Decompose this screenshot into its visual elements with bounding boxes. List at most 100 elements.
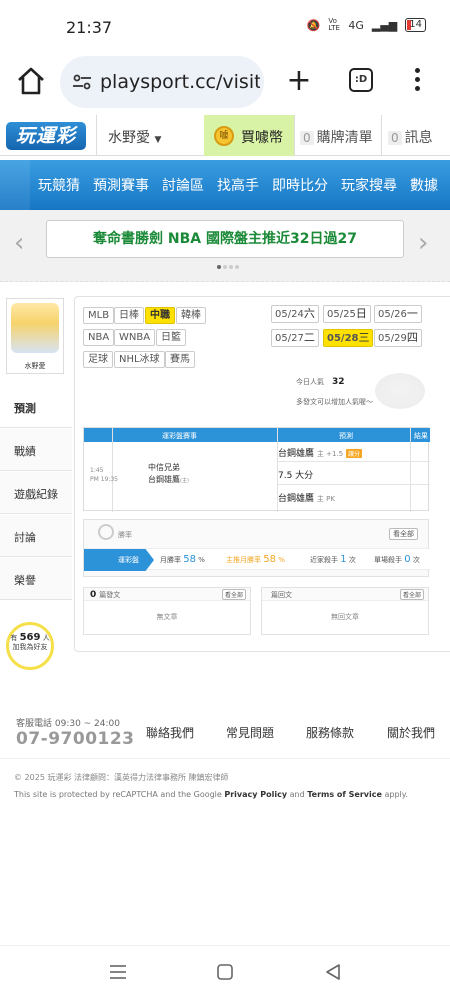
site-settings-icon[interactable] (72, 73, 92, 91)
date-chip[interactable]: 05/24六 (271, 305, 319, 323)
footer-link-faq[interactable]: 常見問題 (226, 724, 274, 741)
nav-item-live-score[interactable]: 即時比分 (272, 175, 328, 195)
sidebar-item-honor[interactable]: 榮譽 (0, 558, 72, 600)
nav-item-data[interactable]: 數據 (410, 175, 438, 195)
chevron-left-icon[interactable]: ‹ (14, 228, 24, 258)
copyright: © 2025 玩運彩 法律顧問：漢英得力法律事務所 陳鎮宏律師 (14, 773, 229, 782)
privacy-link[interactable]: Privacy Policy (224, 790, 287, 799)
site-footer: 客服電話 09:30 ~ 24:00 07-9700123 聯絡我們 常見問題 … (0, 700, 450, 810)
nav-item-experts[interactable]: 找高手 (217, 175, 259, 195)
target-icon (98, 524, 114, 540)
date-chip-selected[interactable]: 05/28三 (323, 329, 374, 347)
signal-icon: ▂▄▆ (371, 18, 398, 32)
footer-link-about[interactable]: 關於我們 (387, 724, 435, 741)
more-menu-icon[interactable] (412, 68, 422, 94)
status-bar: 21:37 🔕 Vo LTE 4G ▂▄▆ 14 (0, 0, 450, 52)
back-icon[interactable] (324, 964, 342, 980)
avatar-username: 水野愛 (24, 362, 46, 370)
league-chip[interactable]: MLB (83, 307, 115, 324)
battery-icon: 14 (405, 18, 426, 32)
date-chip[interactable]: 05/25日 (323, 305, 371, 323)
prediction-panel: MLB 日棒 中職 韓棒 NBA WNBA 日籃 足球 NHL冰球 賽馬 05/… (74, 296, 450, 652)
footer-link-terms[interactable]: 服務條款 (306, 724, 354, 741)
date-chip[interactable]: 05/26一 (374, 305, 422, 323)
date-chip[interactable]: 05/29四 (374, 329, 422, 347)
game-time: 1:45 PM 19:35 (90, 467, 118, 483)
user-dropdown[interactable]: 水野愛 ▼ (108, 127, 161, 147)
footer-link-contact[interactable]: 聯絡我們 (146, 724, 194, 741)
league-chip[interactable]: WNBA (114, 329, 156, 346)
view-all-button[interactable]: 看全部 (389, 528, 418, 540)
service-hours: 客服電話 09:30 ~ 24:00 (16, 719, 120, 729)
league-chip[interactable]: 足球 (83, 351, 113, 368)
sidebar-item-game-log[interactable]: 遊戲紀錄 (0, 472, 72, 514)
add-friend-label: 加我為好友 (12, 643, 48, 651)
site-header: 玩運彩 水野愛 ▼ 噱 買噱幣 0 購牌清單 0 訊息 (0, 115, 450, 156)
new-tab-plus-icon[interactable]: + (284, 66, 314, 96)
tab-switcher-button[interactable]: :D (349, 68, 373, 92)
home-icon[interactable] (14, 64, 48, 98)
messages-link[interactable]: 0 訊息 (388, 127, 433, 147)
league-chip-selected[interactable]: 中職 (145, 307, 175, 324)
coin-icon: 噱 (214, 126, 234, 146)
nav-item-predict[interactable]: 預測賽事 (93, 175, 149, 195)
banner-headline[interactable]: 奪命書勝劍 NBA 國際盤主推近32日過27 (46, 220, 404, 258)
buy-coin-button[interactable]: 噱 買噱幣 (204, 115, 294, 156)
msg-count: 0 (388, 131, 402, 145)
nav-item-forum[interactable]: 討論區 (162, 175, 204, 195)
prediction-table: 運彩盤賽事 預測 結果 1:45 PM 19:35 中信兄弟 台鋼雄鷹(主) 台鋼… (83, 427, 430, 512)
friend-count-badge[interactable]: 有 569 人 加我為好友 (6, 622, 54, 670)
address-bar[interactable]: playsport.cc/visit (60, 56, 264, 108)
nav-item-player-search[interactable]: 玩家搜尋 (341, 175, 397, 195)
pick-row[interactable]: 台鋼雄鷹 主 +1.5 讓分 (278, 446, 363, 459)
site-logo[interactable]: 玩運彩 (6, 122, 86, 150)
chevron-right-icon[interactable]: › (418, 228, 428, 258)
league-chip[interactable]: 日棒 (114, 307, 144, 324)
recent-killer: 近家殺手 1 次 (310, 554, 356, 565)
nav-item-guess[interactable]: 玩競猜 (38, 175, 80, 195)
browser-toolbar: playsport.cc/visit + :D (0, 52, 450, 112)
league-chip[interactable]: NBA (83, 329, 115, 346)
view-all-button[interactable]: 看全部 (221, 589, 246, 600)
terms-link[interactable]: Terms of Service (307, 790, 382, 799)
volte-icon: Vo LTE (328, 17, 340, 32)
sidebar-item-record[interactable]: 戰績 (0, 429, 72, 471)
view-all-button[interactable]: 看全部 (399, 589, 424, 600)
avatar[interactable]: 水野愛 (6, 298, 64, 374)
cart-count: 0 (300, 131, 314, 145)
url-text: playsport.cc/visit (100, 71, 260, 93)
stats-title: 勝率 (118, 531, 132, 539)
status-icons: 🔕 Vo LTE 4G ▂▄▆ 14 (307, 18, 426, 32)
home-team: 台鋼雄鷹(主) (148, 475, 189, 484)
sidebar-item-predict[interactable]: 預測 (0, 386, 72, 428)
league-chip[interactable]: 賽馬 (165, 351, 195, 368)
league-chip[interactable]: 日籃 (156, 329, 186, 346)
single-killer: 單場殺手 0 次 (374, 554, 420, 565)
profile-sidebar: 水野愛 預測 戰績 遊戲紀錄 討論 榮譽 有 569 人 加我為好友 (0, 296, 72, 676)
chevron-down-icon: ▼ (154, 135, 162, 145)
monthly-win-rate: 月勝率 58 % (160, 554, 205, 565)
avatar-image (11, 303, 59, 353)
league-chip[interactable]: 韓棒 (176, 307, 206, 324)
pick-row[interactable]: 7.5 大分 (278, 468, 313, 481)
home-nav-icon[interactable] (216, 964, 234, 980)
messages-label: 訊息 (404, 130, 433, 146)
tab-sports-lottery[interactable]: 運彩盤 (84, 549, 154, 571)
date-chip[interactable]: 05/27二 (271, 329, 319, 347)
mute-icon: 🔕 (306, 18, 321, 32)
empty-state: 無回文章 (331, 613, 359, 621)
recaptcha-notice: This site is protected by reCAPTCHA and … (14, 790, 408, 799)
system-navigation-bar (0, 945, 450, 1000)
user-name: 水野愛 (108, 130, 150, 146)
away-team: 中信兄弟 (148, 463, 180, 472)
service-phone[interactable]: 07-9700123 (16, 729, 135, 749)
cart-link[interactable]: 0 購牌清單 (300, 127, 373, 147)
popularity-tip: 多發文可以增加人氣喔～ (296, 398, 373, 406)
main-win-rate: 主推月勝率 58 % (226, 554, 285, 565)
pick-row[interactable]: 台鋼雄鷹 主 PK (278, 491, 335, 504)
sidebar-item-discuss[interactable]: 討論 (0, 515, 72, 557)
mascot-watermark (375, 373, 425, 409)
battery-level: 14 (409, 19, 422, 30)
league-chip[interactable]: NHL冰球 (114, 351, 165, 368)
recents-icon[interactable] (109, 964, 127, 980)
